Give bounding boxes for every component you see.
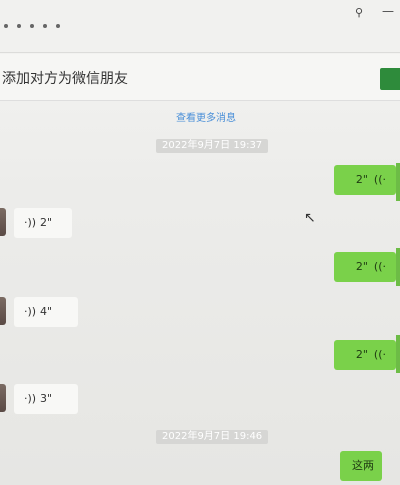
message-text: 这两天 — [352, 459, 374, 472]
voice-duration: 2" — [355, 348, 368, 361]
text-message-outgoing[interactable]: 这两天 — [340, 451, 382, 481]
voice-wave-icon: ((· — [373, 348, 386, 361]
mouse-cursor-icon: ↖ — [304, 210, 316, 226]
voice-message-incoming[interactable]: ·)) 4" — [14, 297, 78, 327]
pin-icon[interactable]: ⚲ — [355, 6, 363, 19]
menu-dot — [56, 24, 60, 28]
voice-message-outgoing[interactable]: 2" ((· — [334, 340, 396, 370]
chat-window: ⚲ — 添加对方为微信朋友 查看更多消息 2022年9月7日 19:37 2" (… — [0, 0, 400, 485]
voice-duration: 2" — [355, 260, 368, 273]
avatar[interactable] — [0, 384, 6, 412]
voice-message-outgoing[interactable]: 2" ((· — [334, 165, 396, 195]
voice-duration: 4" — [40, 305, 53, 318]
voice-duration: 3" — [40, 392, 53, 405]
add-friend-button[interactable] — [380, 68, 400, 90]
timestamp: 2022年9月7日 19:46 — [156, 430, 269, 444]
voice-message-incoming[interactable]: ·)) 3" — [14, 384, 78, 414]
menu-dot — [17, 24, 21, 28]
voice-wave-icon: ·)) — [24, 305, 37, 318]
friend-request-bar: 添加对方为微信朋友 — [0, 54, 400, 101]
voice-message-incoming[interactable]: ·)) 2" — [14, 208, 72, 238]
voice-duration: 2" — [355, 173, 368, 186]
friend-request-text: 添加对方为微信朋友 — [2, 71, 128, 87]
selection-mark — [396, 163, 400, 201]
menu-dot — [43, 24, 47, 28]
selection-mark — [396, 248, 400, 286]
voice-message-outgoing[interactable]: 2" ((· — [334, 252, 396, 282]
more-menu[interactable] — [4, 24, 60, 28]
minimize-button[interactable]: — — [382, 4, 394, 18]
menu-dot — [30, 24, 34, 28]
timestamp: 2022年9月7日 19:37 — [156, 139, 269, 153]
window-titlebar: ⚲ — — [0, 0, 400, 53]
voice-wave-icon: ((· — [373, 173, 386, 186]
load-more-link[interactable]: 查看更多消息 — [176, 109, 236, 124]
voice-wave-icon: ·)) — [24, 216, 37, 229]
avatar[interactable] — [0, 297, 6, 325]
voice-duration: 2" — [40, 216, 53, 229]
selection-mark — [396, 335, 400, 373]
avatar[interactable] — [0, 208, 6, 236]
voice-wave-icon: ·)) — [24, 392, 37, 405]
menu-dot — [4, 24, 8, 28]
voice-wave-icon: ((· — [373, 260, 386, 273]
